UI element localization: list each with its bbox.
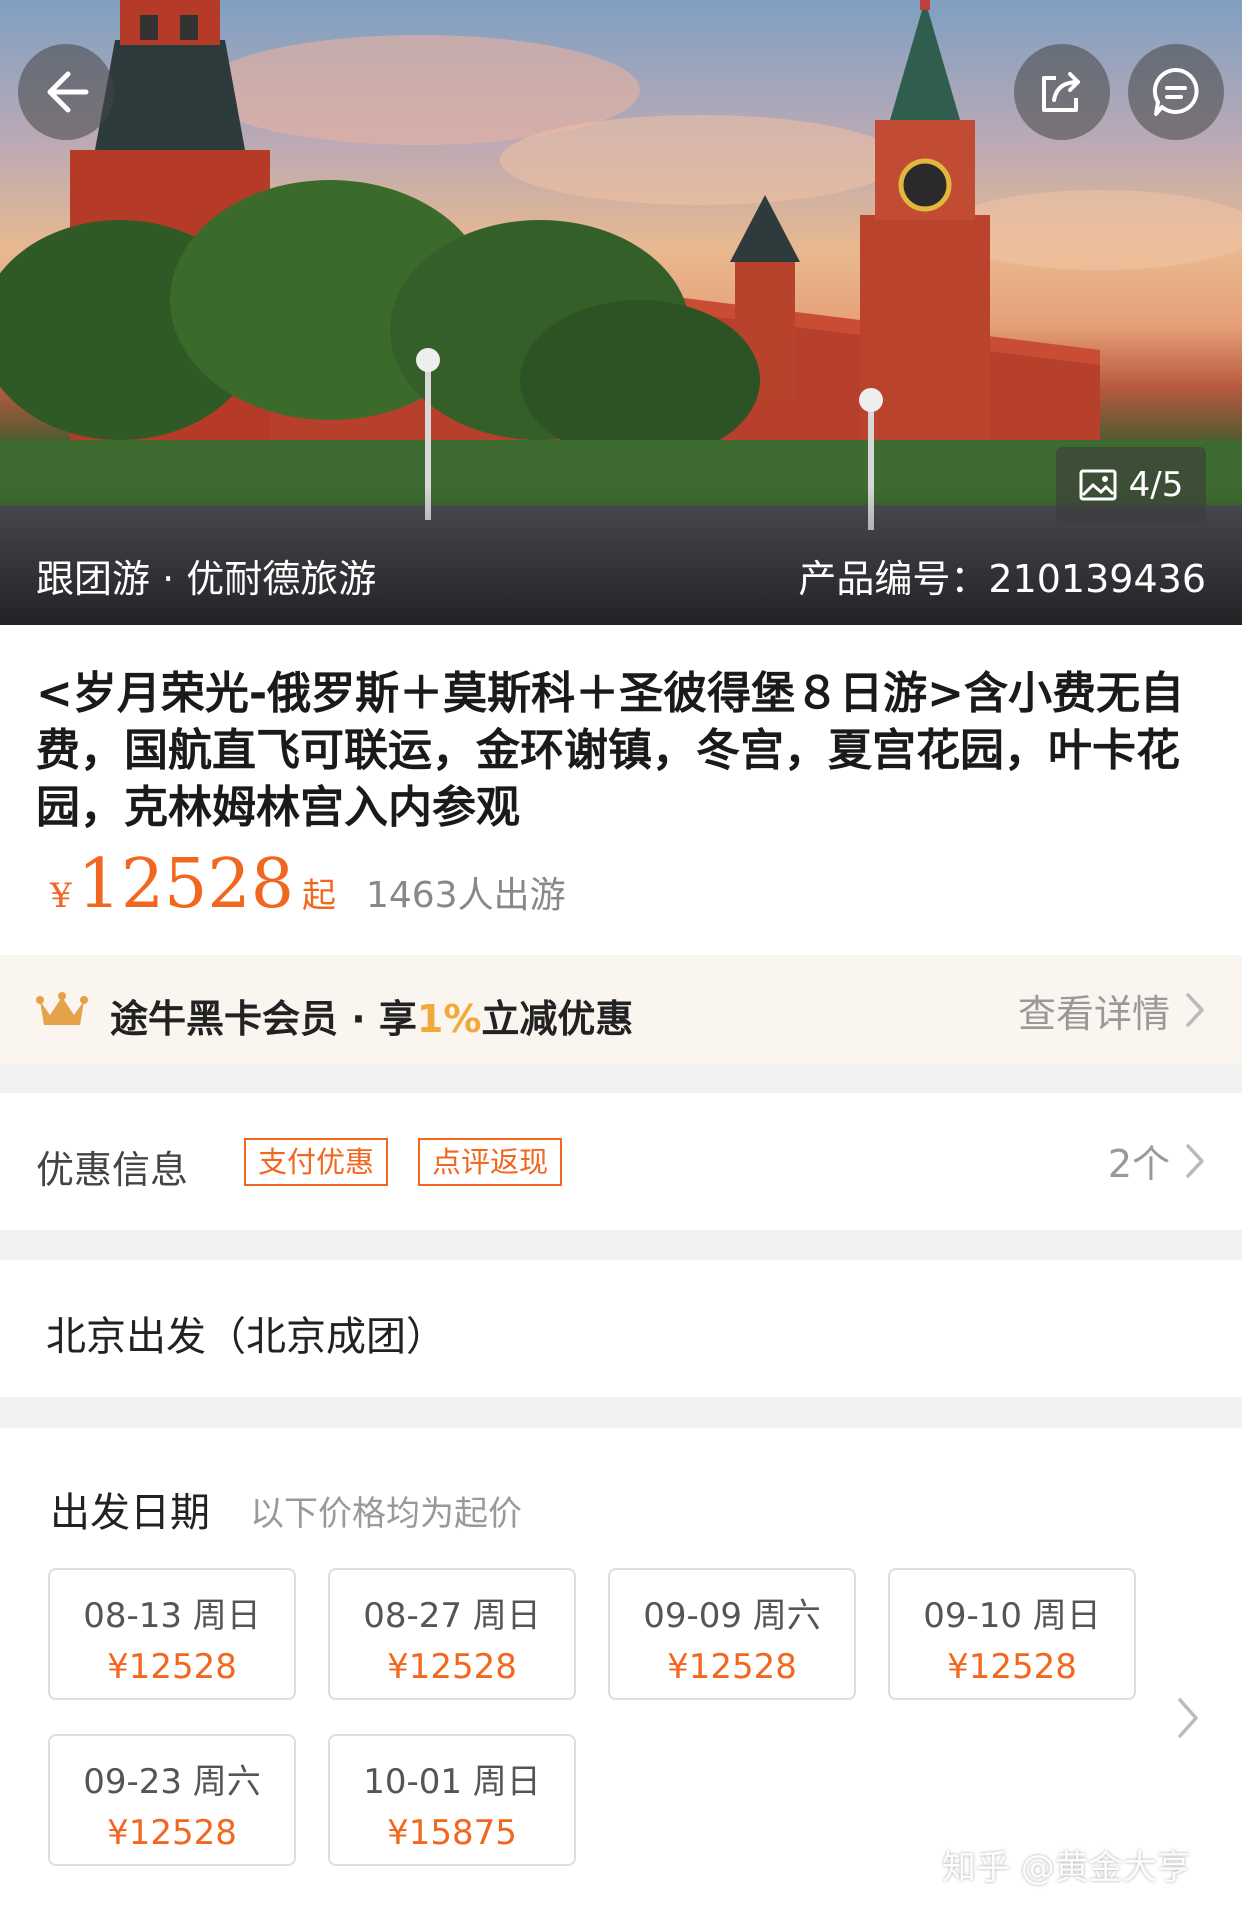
date-label: 09-09 周六 [643, 1596, 821, 1636]
date-price: ¥12528 [947, 1647, 1077, 1687]
date-price: ¥12528 [387, 1647, 517, 1687]
promotion-row[interactable]: 优惠信息 支付优惠 点评返现 2个 [0, 1093, 1242, 1230]
crown-icon [36, 992, 88, 1025]
picture-icon [1079, 469, 1117, 501]
dates-title: 出发日期 [50, 1490, 210, 1536]
tour-type-label: 跟团游 · 优耐德旅游 [36, 557, 377, 601]
date-price: ¥15875 [387, 1813, 517, 1853]
chevron-right-icon [1186, 1143, 1204, 1178]
date-option[interactable]: 09-23 周六 ¥12528 [48, 1734, 296, 1866]
view-details-link[interactable]: 查看详情 [1018, 983, 1206, 1038]
back-arrow-icon [47, 71, 89, 113]
promotion-count: 2个 [1107, 1142, 1170, 1186]
date-label: 09-10 周日 [923, 1596, 1101, 1636]
date-option[interactable]: 09-09 周六 ¥12528 [608, 1568, 856, 1700]
currency-symbol: ¥ [50, 876, 72, 916]
departure-city-row[interactable]: 北京出发（北京成团） [0, 1260, 1242, 1397]
watermark: 知乎 @黄金大亨 [942, 1848, 1191, 1888]
dates-subtitle: 以下价格均为起价 [250, 1494, 522, 1534]
date-option[interactable]: 10-01 周日 ¥15875 [328, 1734, 576, 1866]
promotion-count-link[interactable]: 2个 [1108, 1133, 1206, 1188]
message-button[interactable] [1128, 44, 1224, 140]
back-button[interactable] [18, 44, 114, 140]
product-title: <岁月荣光-俄罗斯＋莫斯科＋圣彼得堡８日游>含小费无自费，国航直飞可联运，金环谢… [36, 668, 1184, 833]
date-label: 08-27 周日 [363, 1596, 541, 1636]
price-suffix: 起 [301, 876, 336, 916]
member-suffix: 立减优惠 [481, 997, 634, 1041]
product-summary: <岁月荣光-俄罗斯＋莫斯科＋圣彼得堡８日游>含小费无自费，国航直飞可联运，金环谢… [0, 625, 1242, 955]
date-option[interactable]: 09-10 周日 ¥12528 [888, 1568, 1136, 1700]
date-option[interactable]: 08-27 周日 ¥12528 [328, 1568, 576, 1700]
date-label: 09-23 周六 [83, 1762, 261, 1802]
payment-discount-tag: 支付优惠 [244, 1138, 389, 1186]
date-price: ¥12528 [107, 1647, 237, 1687]
product-code: 产品编号：210139436 [798, 557, 1206, 601]
chat-bubble-icon [1152, 67, 1199, 116]
share-icon [1042, 72, 1080, 112]
price-row: ¥ 12528 起 1463人出游 [50, 845, 566, 925]
member-benefit-bar[interactable]: 途牛黑卡会员 · 享1%立减优惠 查看详情 [0, 955, 1242, 1065]
member-prefix: 途牛黑卡会员 · 享 [110, 997, 417, 1041]
image-counter-text: 4/5 [1128, 465, 1184, 505]
share-button[interactable] [1014, 44, 1110, 140]
member-percent: 1% [416, 997, 482, 1041]
date-price: ¥12528 [667, 1647, 797, 1687]
hero-image[interactable]: 4/5 跟团游 · 优耐德旅游 产品编号：210139436 [0, 0, 1242, 625]
date-label: 10-01 周日 [363, 1762, 541, 1802]
promotion-label: 优惠信息 [36, 1148, 189, 1192]
date-price: ¥12528 [107, 1813, 237, 1853]
chevron-right-icon [1186, 993, 1204, 1027]
image-counter[interactable]: 4/5 [1056, 447, 1206, 523]
member-benefit-text: 途牛黑卡会员 · 享1%立减优惠 [110, 988, 633, 1043]
price-value: 12528 [77, 845, 294, 924]
more-dates-chevron-icon[interactable] [1176, 1696, 1200, 1740]
date-option[interactable]: 08-13 周日 ¥12528 [48, 1568, 296, 1700]
review-cashback-tag: 点评返现 [418, 1138, 563, 1186]
view-details-label: 查看详情 [1017, 991, 1170, 1036]
date-label: 08-13 周日 [83, 1596, 261, 1636]
travelers-count: 1463人出游 [365, 875, 566, 916]
departure-city: 北京出发（北京成团） [46, 1314, 446, 1360]
